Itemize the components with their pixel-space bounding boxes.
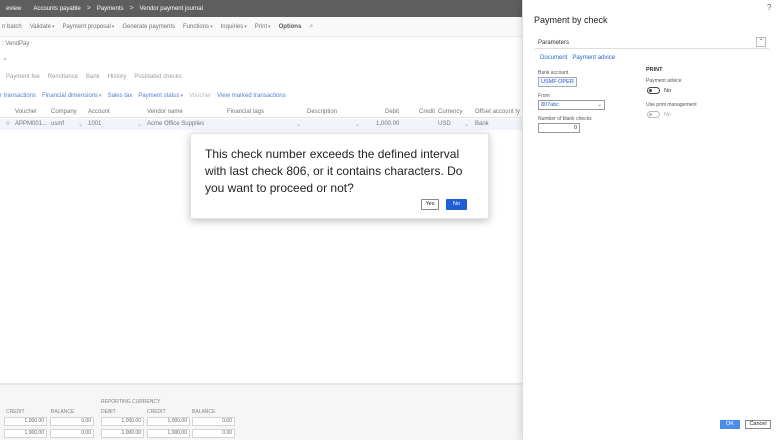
payment-advice-toggle[interactable]: [647, 87, 660, 94]
panel-title: Payment by check: [534, 15, 608, 25]
payment-advice-label: Payment advice: [646, 78, 682, 84]
chevron-down-icon: ⌄: [597, 102, 602, 108]
payment-advice-value: No: [664, 88, 672, 94]
yes-button[interactable]: Yes: [421, 199, 439, 210]
print-management-toggle: [647, 111, 660, 118]
chevron-up-icon[interactable]: ⌃: [756, 37, 766, 47]
print-management-label: Use print management: [646, 102, 697, 108]
blank-checks-field[interactable]: 0: [538, 123, 580, 133]
bank-account-label: Bank account: [538, 70, 569, 76]
help-icon[interactable]: ?: [767, 3, 771, 12]
print-management-value: No: [664, 112, 672, 118]
blank-checks-label: Number of blank checks: [538, 116, 592, 122]
page-dim-overlay: [0, 0, 522, 440]
from-select[interactable]: 807abc ⌄: [538, 100, 605, 110]
payment-by-check-panel: ? Payment by check Parameters ⌃ Document…: [522, 0, 780, 440]
from-value: 807abc: [541, 102, 560, 108]
dialog-message: This check number exceeds the defined in…: [205, 147, 463, 195]
ok-button[interactable]: OK: [720, 420, 740, 429]
subtab-document[interactable]: Document: [540, 55, 567, 61]
print-heading: PRINT: [646, 67, 663, 73]
no-button[interactable]: No: [446, 199, 467, 210]
parameter-subtabs: Document Payment advice: [540, 55, 615, 61]
parameters-section-header[interactable]: Parameters ⌃: [535, 36, 769, 49]
parameters-label: Parameters: [538, 40, 570, 46]
check-number-warning-dialog: This check number exceeds the defined in…: [190, 133, 489, 219]
subtab-payment-advice[interactable]: Payment advice: [572, 55, 615, 61]
from-label: From: [538, 93, 550, 99]
bank-account-field[interactable]: USMF OPER: [538, 77, 577, 87]
cancel-button[interactable]: Cancel: [745, 420, 771, 429]
